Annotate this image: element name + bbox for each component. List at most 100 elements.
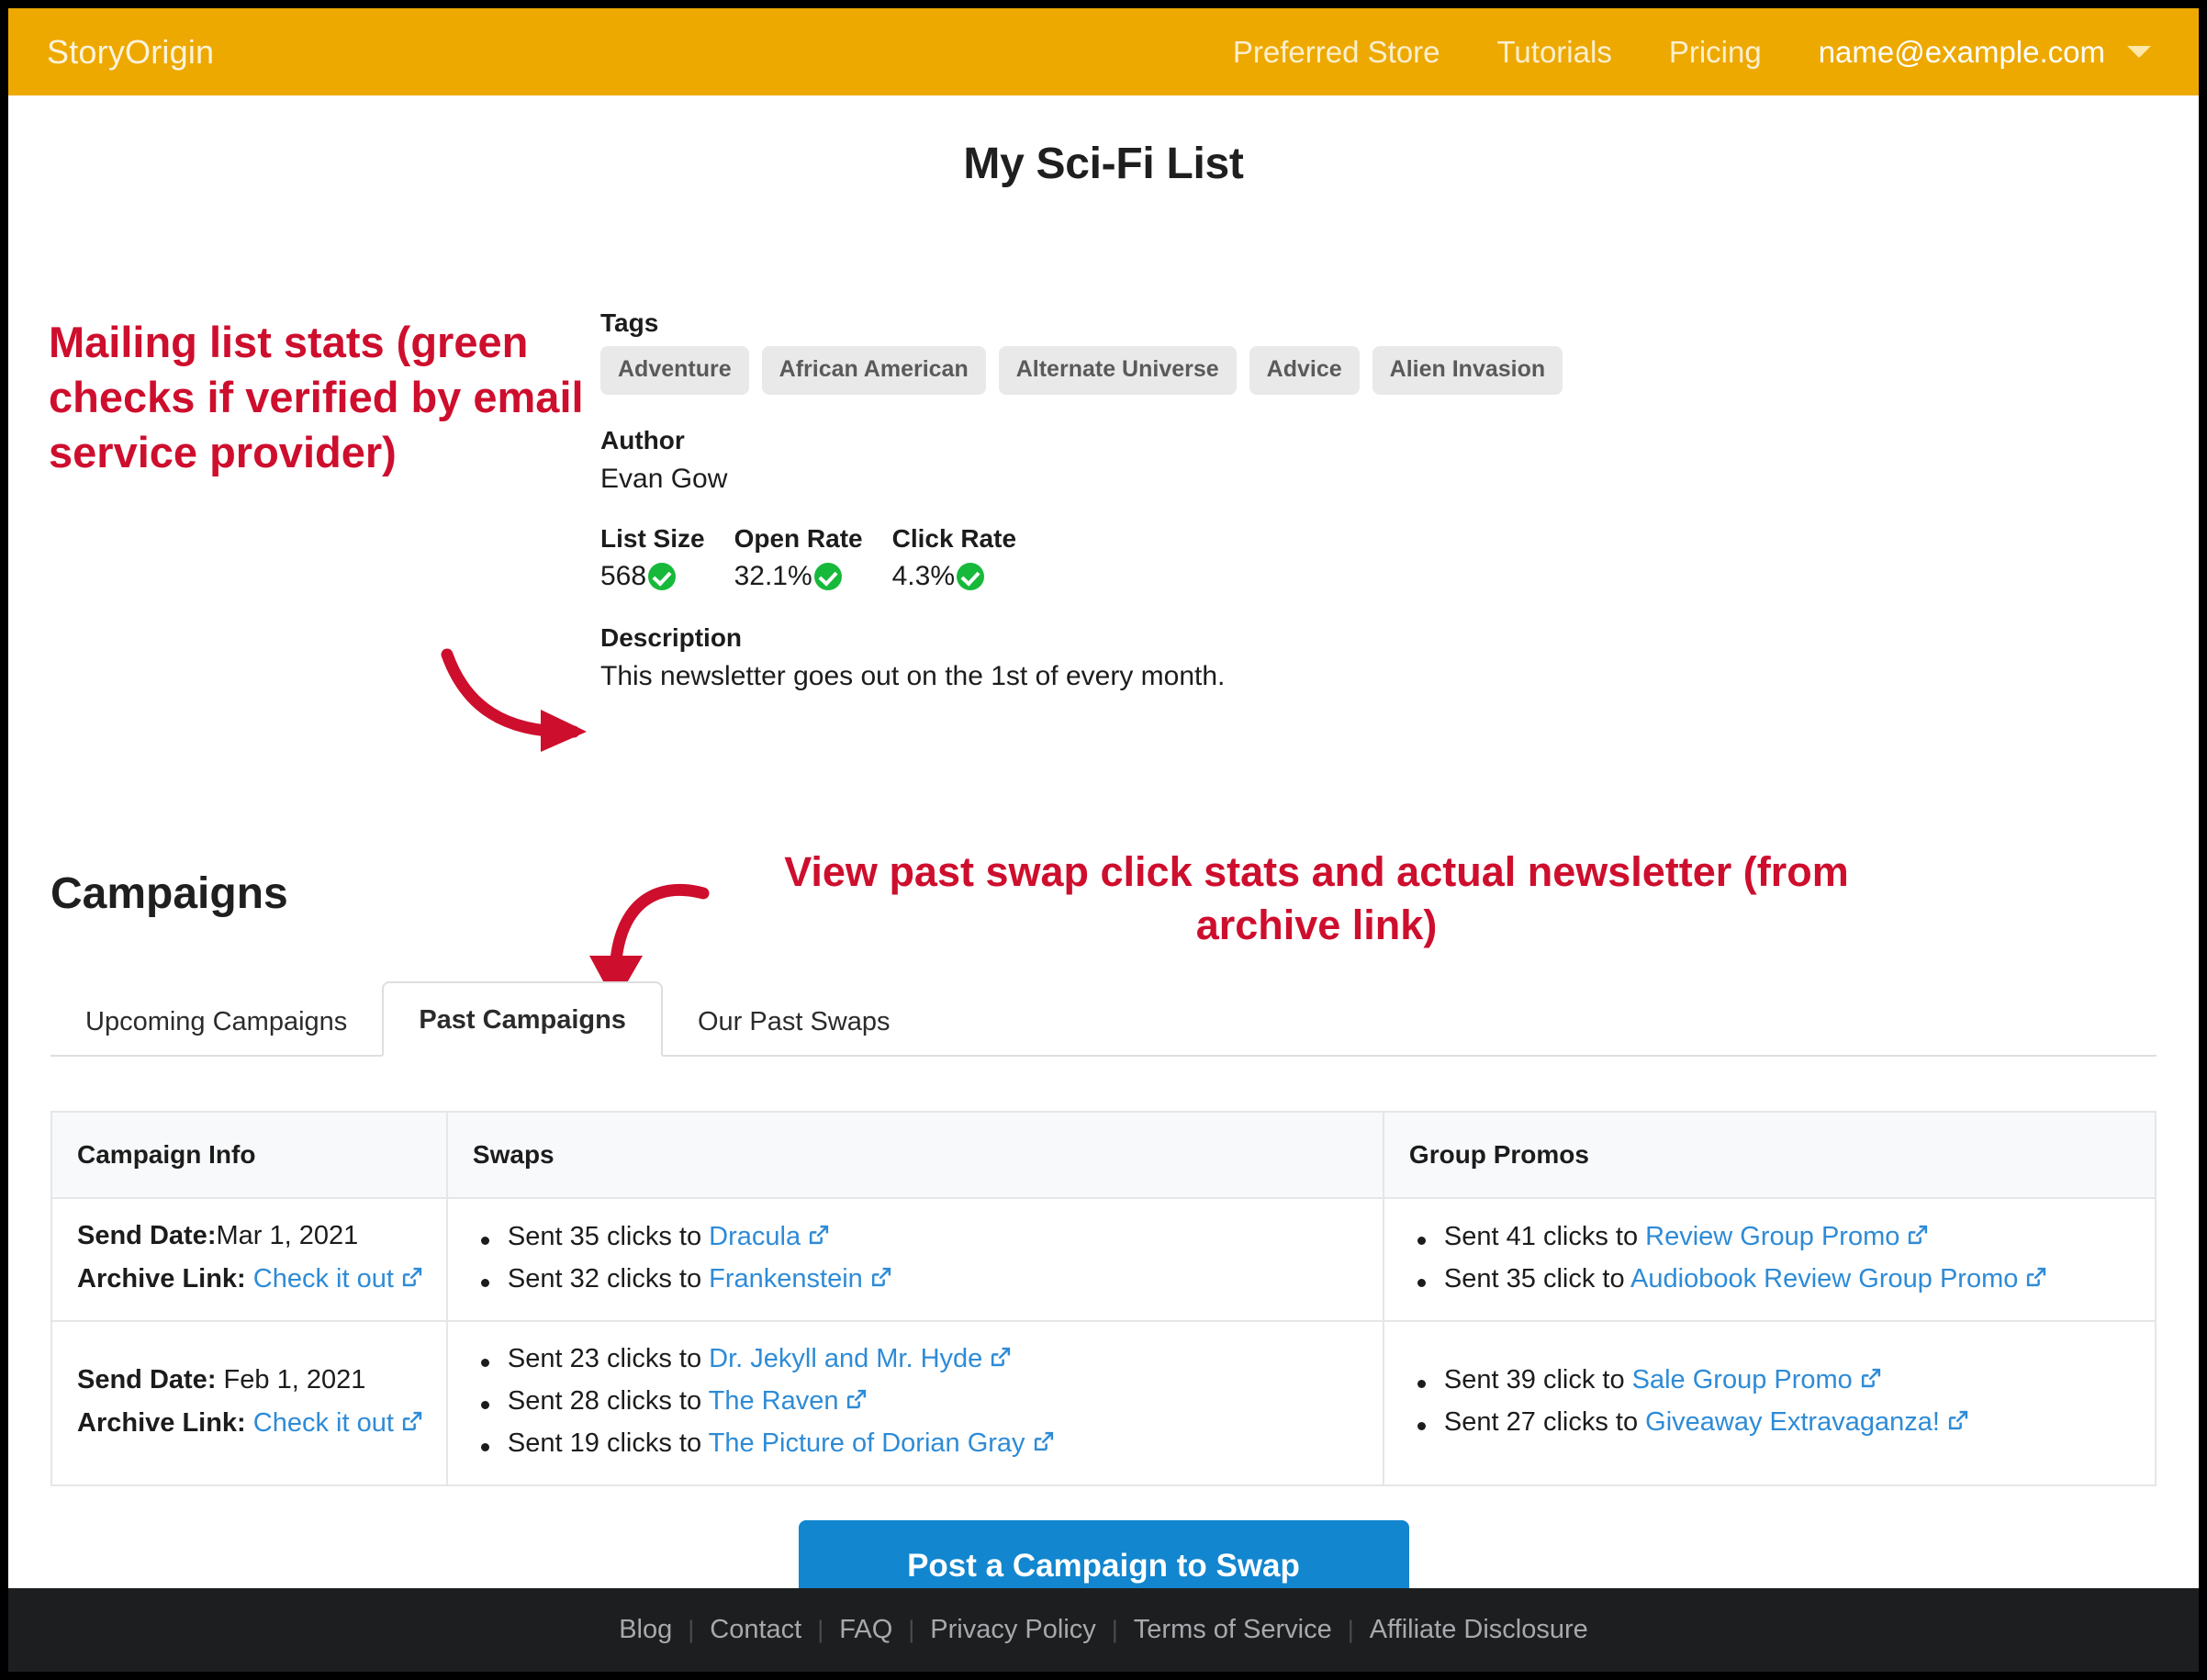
external-link-icon[interactable]: [2024, 1266, 2047, 1289]
archive-link[interactable]: Check it out: [253, 1408, 394, 1438]
tag-chip[interactable]: Advice: [1249, 346, 1360, 395]
tags-label: Tags: [600, 308, 1794, 338]
main-content: My Sci-Fi List Tags Adventure African Am…: [8, 139, 2199, 1648]
author-label: Author: [600, 426, 1794, 455]
external-link-icon[interactable]: [1906, 1224, 1929, 1247]
author-block: Author Evan Gow: [600, 426, 1794, 495]
account-menu-email[interactable]: name@example.com: [1790, 35, 2111, 70]
site-footer: Blog | Contact | FAQ | Privacy Policy | …: [8, 1588, 2199, 1672]
list-item: Sent 28 clicks to The Raven: [473, 1386, 1360, 1417]
external-link-icon[interactable]: [845, 1388, 868, 1411]
author-value: Evan Gow: [600, 464, 1794, 495]
nav-link-tutorials[interactable]: Tutorials: [1469, 35, 1641, 70]
stat-value-row: 32.1%: [734, 561, 863, 592]
external-link-icon[interactable]: [400, 1266, 423, 1289]
promo-link[interactable]: Sale Group Promo: [1632, 1365, 1853, 1394]
swaps-list: Sent 23 clicks to Dr. Jekyll and Mr. Hyd…: [473, 1344, 1360, 1459]
promos-list: Sent 39 click to Sale Group Promo Sent 2…: [1409, 1365, 2132, 1438]
stat-value: 568: [600, 561, 646, 592]
list-item: Sent 27 clicks to Giveaway Extravaganza!: [1409, 1407, 2132, 1438]
cell-group-promos: Sent 41 clicks to Review Group Promo Sen…: [1384, 1198, 2156, 1321]
send-date-line: Send Date:Mar 1, 2021: [77, 1221, 423, 1251]
nav-link-preferred-store[interactable]: Preferred Store: [1204, 35, 1469, 70]
footer-link-faq[interactable]: FAQ: [823, 1615, 908, 1645]
footer-separator: |: [1112, 1616, 1118, 1644]
tag-chip[interactable]: Alternate Universe: [999, 346, 1237, 395]
swap-prefix: Sent 23 clicks to: [508, 1344, 709, 1373]
campaign-tabs: Upcoming Campaigns Past Campaigns Our Pa…: [50, 988, 2157, 1057]
footer-link-blog[interactable]: Blog: [603, 1615, 688, 1645]
external-link-icon[interactable]: [869, 1266, 892, 1289]
external-link-icon[interactable]: [989, 1346, 1012, 1369]
external-link-icon[interactable]: [1032, 1430, 1055, 1453]
swaps-list: Sent 35 clicks to Dracula Sent 32 clicks…: [473, 1222, 1360, 1294]
verified-check-icon: [648, 563, 676, 590]
send-date-value: Mar 1, 2021: [216, 1221, 358, 1250]
tags-list: Adventure African American Alternate Uni…: [600, 346, 1794, 395]
stat-value-row: 568: [600, 561, 705, 592]
swap-prefix: Sent 35 clicks to: [508, 1222, 709, 1251]
archive-link[interactable]: Check it out: [253, 1264, 394, 1294]
list-item: Sent 23 clicks to Dr. Jekyll and Mr. Hyd…: [473, 1344, 1360, 1374]
list-item: Sent 41 clicks to Review Group Promo: [1409, 1222, 2132, 1252]
send-date-label: Send Date:: [77, 1221, 216, 1250]
stat-label: Open Rate: [734, 524, 863, 554]
nav-link-pricing[interactable]: Pricing: [1641, 35, 1790, 70]
external-link-icon[interactable]: [1946, 1409, 1969, 1432]
stat-value: 32.1%: [734, 561, 812, 592]
footer-separator: |: [1348, 1616, 1354, 1644]
swap-link[interactable]: Frankenstein: [709, 1264, 863, 1294]
footer-link-privacy-policy[interactable]: Privacy Policy: [914, 1615, 1112, 1645]
stat-click-rate: Click Rate 4.3%: [892, 524, 1016, 592]
cell-swaps: Sent 23 clicks to Dr. Jekyll and Mr. Hyd…: [447, 1321, 1384, 1485]
tag-chip[interactable]: Alien Invasion: [1372, 346, 1563, 395]
footer-link-terms-of-service[interactable]: Terms of Service: [1118, 1615, 1348, 1645]
annotation-stats-callout: Mailing list stats (green checks if veri…: [49, 315, 599, 480]
stat-value-row: 4.3%: [892, 561, 1016, 592]
stat-open-rate: Open Rate 32.1%: [734, 524, 863, 592]
swap-prefix: Sent 19 clicks to: [508, 1428, 709, 1458]
tag-chip[interactable]: Adventure: [600, 346, 749, 395]
swap-link[interactable]: Dr. Jekyll and Mr. Hyde: [709, 1344, 982, 1373]
external-link-icon[interactable]: [807, 1224, 830, 1247]
list-item: Sent 32 clicks to Frankenstein: [473, 1264, 1360, 1294]
footer-link-affiliate-disclosure[interactable]: Affiliate Disclosure: [1354, 1615, 1604, 1645]
footer-link-contact[interactable]: Contact: [694, 1615, 817, 1645]
tag-chip[interactable]: African American: [762, 346, 986, 395]
cell-swaps: Sent 35 clicks to Dracula Sent 32 clicks…: [447, 1198, 1384, 1321]
cell-group-promos: Sent 39 click to Sale Group Promo Sent 2…: [1384, 1321, 2156, 1485]
mailing-list-stats: List Size 568 Open Rate 32.1% Click Rate: [600, 524, 1794, 592]
verified-check-icon: [957, 563, 984, 590]
stat-value: 4.3%: [892, 561, 955, 592]
promo-link[interactable]: Audiobook Review Group Promo: [1630, 1264, 2018, 1294]
archive-link-line: Archive Link: Check it out: [77, 1264, 423, 1294]
promo-link[interactable]: Giveaway Extravaganza!: [1645, 1407, 1940, 1437]
promo-prefix: Sent 41 clicks to: [1444, 1222, 1645, 1251]
chevron-down-icon[interactable]: [2127, 46, 2151, 58]
external-link-icon[interactable]: [1859, 1367, 1882, 1390]
swap-link[interactable]: The Picture of Dorian Gray: [709, 1428, 1025, 1458]
description-value: This newsletter goes out on the 1st of e…: [600, 661, 1794, 692]
tab-our-past-swaps[interactable]: Our Past Swaps: [663, 989, 925, 1055]
tab-past-campaigns[interactable]: Past Campaigns: [382, 981, 663, 1057]
cell-campaign-info: Send Date: Feb 1, 2021 Archive Link: Che…: [51, 1321, 447, 1485]
swap-link[interactable]: The Raven: [709, 1386, 839, 1416]
column-header-group-promos: Group Promos: [1384, 1112, 2156, 1198]
stat-label: List Size: [600, 524, 705, 554]
archive-link-line: Archive Link: Check it out: [77, 1408, 423, 1439]
description-block: Description This newsletter goes out on …: [600, 623, 1794, 692]
external-link-icon[interactable]: [400, 1410, 423, 1433]
footer-separator: |: [817, 1616, 823, 1644]
promo-link[interactable]: Review Group Promo: [1645, 1222, 1899, 1251]
brand-logo[interactable]: StoryOrigin: [47, 33, 214, 72]
archive-link-label: Archive Link:: [77, 1264, 246, 1294]
campaigns-heading: Campaigns: [50, 868, 288, 919]
promo-prefix: Sent 39 click to: [1444, 1365, 1632, 1394]
stat-label: Click Rate: [892, 524, 1016, 554]
table-header-row: Campaign Info Swaps Group Promos: [51, 1112, 2156, 1198]
tab-upcoming-campaigns[interactable]: Upcoming Campaigns: [50, 989, 382, 1055]
promos-list: Sent 41 clicks to Review Group Promo Sen…: [1409, 1222, 2132, 1294]
list-item: Sent 19 clicks to The Picture of Dorian …: [473, 1428, 1360, 1459]
swap-link[interactable]: Dracula: [709, 1222, 801, 1251]
column-header-swaps: Swaps: [447, 1112, 1384, 1198]
